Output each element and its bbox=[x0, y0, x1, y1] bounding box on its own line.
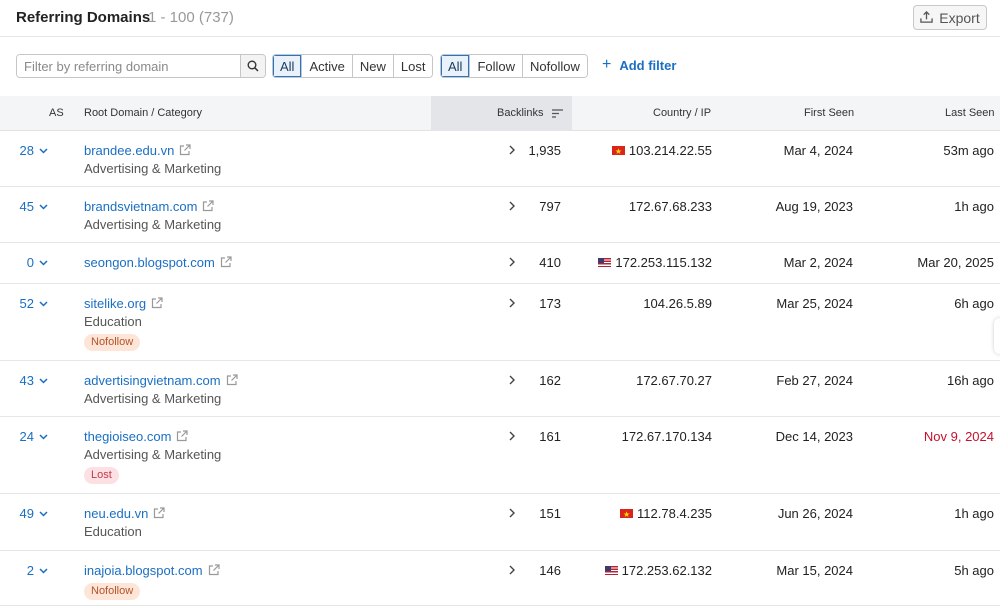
column-header-first-seen[interactable]: First Seen bbox=[804, 107, 854, 119]
table-header: AS Root Domain / Category Backlinks Coun… bbox=[0, 96, 1000, 131]
filter-bar: All Active New Lost All Follow Nofollow … bbox=[0, 54, 1000, 78]
scroll-handle[interactable] bbox=[994, 318, 1000, 354]
panel-header: Referring Domains 1 - 100 (737) Export bbox=[0, 0, 1000, 37]
table-row: 52 sitelike.org Education Nofollow 173 104.26… bbox=[0, 284, 1000, 361]
export-upload-icon bbox=[920, 11, 933, 23]
last-seen-date: 53m ago bbox=[943, 143, 994, 158]
status-filter-all[interactable]: All bbox=[273, 55, 303, 77]
export-label: Export bbox=[939, 9, 980, 26]
domain-category: Education bbox=[84, 314, 142, 329]
domain-category: Advertising & Marketing bbox=[84, 391, 222, 406]
table-row: 24 thegioiseo.com Advertising & Marketing L… bbox=[0, 417, 1000, 494]
column-header-as[interactable]: AS bbox=[49, 107, 64, 119]
table-row: 45 brandsvietnam.com Advertising & Marketi… bbox=[0, 187, 1000, 243]
page-title: Referring Domains bbox=[16, 9, 151, 26]
export-button[interactable]: Export bbox=[913, 5, 987, 30]
domain-filter-search bbox=[16, 54, 266, 78]
last-seen-date: 16h ago bbox=[947, 373, 994, 388]
plus-icon: + bbox=[602, 56, 612, 73]
status-filter-group: All Active New Lost bbox=[272, 54, 434, 78]
lost-badge: Lost bbox=[84, 467, 119, 484]
column-header-backlinks-label: Backlinks bbox=[497, 107, 544, 119]
link-type-filter-follow[interactable]: Follow bbox=[470, 55, 524, 77]
last-seen-date: 1h ago bbox=[954, 506, 994, 521]
table-row: 28 brandee.edu.vn Advertising & Marketing 1… bbox=[0, 131, 1000, 187]
column-header-backlinks[interactable]: Backlinks bbox=[497, 107, 563, 119]
add-filter-button[interactable]: + Add filter bbox=[602, 57, 676, 73]
link-type-filter-all[interactable]: All bbox=[441, 55, 471, 77]
column-header-domain[interactable]: Root Domain / Category bbox=[84, 107, 202, 119]
domain-category: Advertising & Marketing bbox=[84, 447, 222, 462]
link-type-filter-nofollow[interactable]: Nofollow bbox=[523, 55, 587, 77]
last-seen-date: 1h ago bbox=[954, 199, 994, 214]
status-filter-lost[interactable]: Lost bbox=[393, 55, 433, 77]
table-row: 2 inajoia.blogspot.com Nofollow 146 172.253.… bbox=[0, 551, 1000, 606]
table-row: 43 advertisingvietnam.com Advertising & Ma… bbox=[0, 361, 1000, 417]
sort-lines-icon bbox=[551, 108, 563, 118]
add-filter-label: Add filter bbox=[619, 57, 677, 73]
column-header-last-seen[interactable]: Last Seen bbox=[945, 107, 995, 119]
nofollow-badge: Nofollow bbox=[84, 583, 141, 600]
last-seen-date: 5h ago bbox=[954, 563, 994, 578]
search-button[interactable] bbox=[240, 55, 265, 77]
domain-category: Advertising & Marketing bbox=[84, 161, 222, 176]
status-filter-active[interactable]: Active bbox=[302, 55, 353, 77]
table-row: 49neu.edu.vnEducation151112.78.4.235Jun … bbox=[0, 494, 1000, 551]
last-seen-date: 6h ago bbox=[954, 296, 994, 311]
domain-filter-input[interactable] bbox=[17, 55, 242, 77]
link-type-filter-group: All Follow Nofollow bbox=[440, 54, 588, 78]
last-seen-date: Nov 9, 2024 bbox=[923, 429, 994, 444]
search-icon bbox=[247, 60, 259, 72]
status-filter-new[interactable]: New bbox=[352, 55, 394, 77]
column-header-country-ip[interactable]: Country / IP bbox=[653, 107, 711, 119]
table-row: 0 seongon.blogspot.com 410 172.253.115.132 M… bbox=[0, 243, 1000, 284]
result-count: 1 - 100 (737) bbox=[148, 9, 234, 26]
domain-category: Education bbox=[84, 524, 142, 539]
domain-category: Advertising & Marketing bbox=[84, 217, 222, 232]
nofollow-badge: Nofollow bbox=[84, 334, 141, 351]
last-seen-date: Mar 20, 2025 bbox=[917, 255, 994, 270]
